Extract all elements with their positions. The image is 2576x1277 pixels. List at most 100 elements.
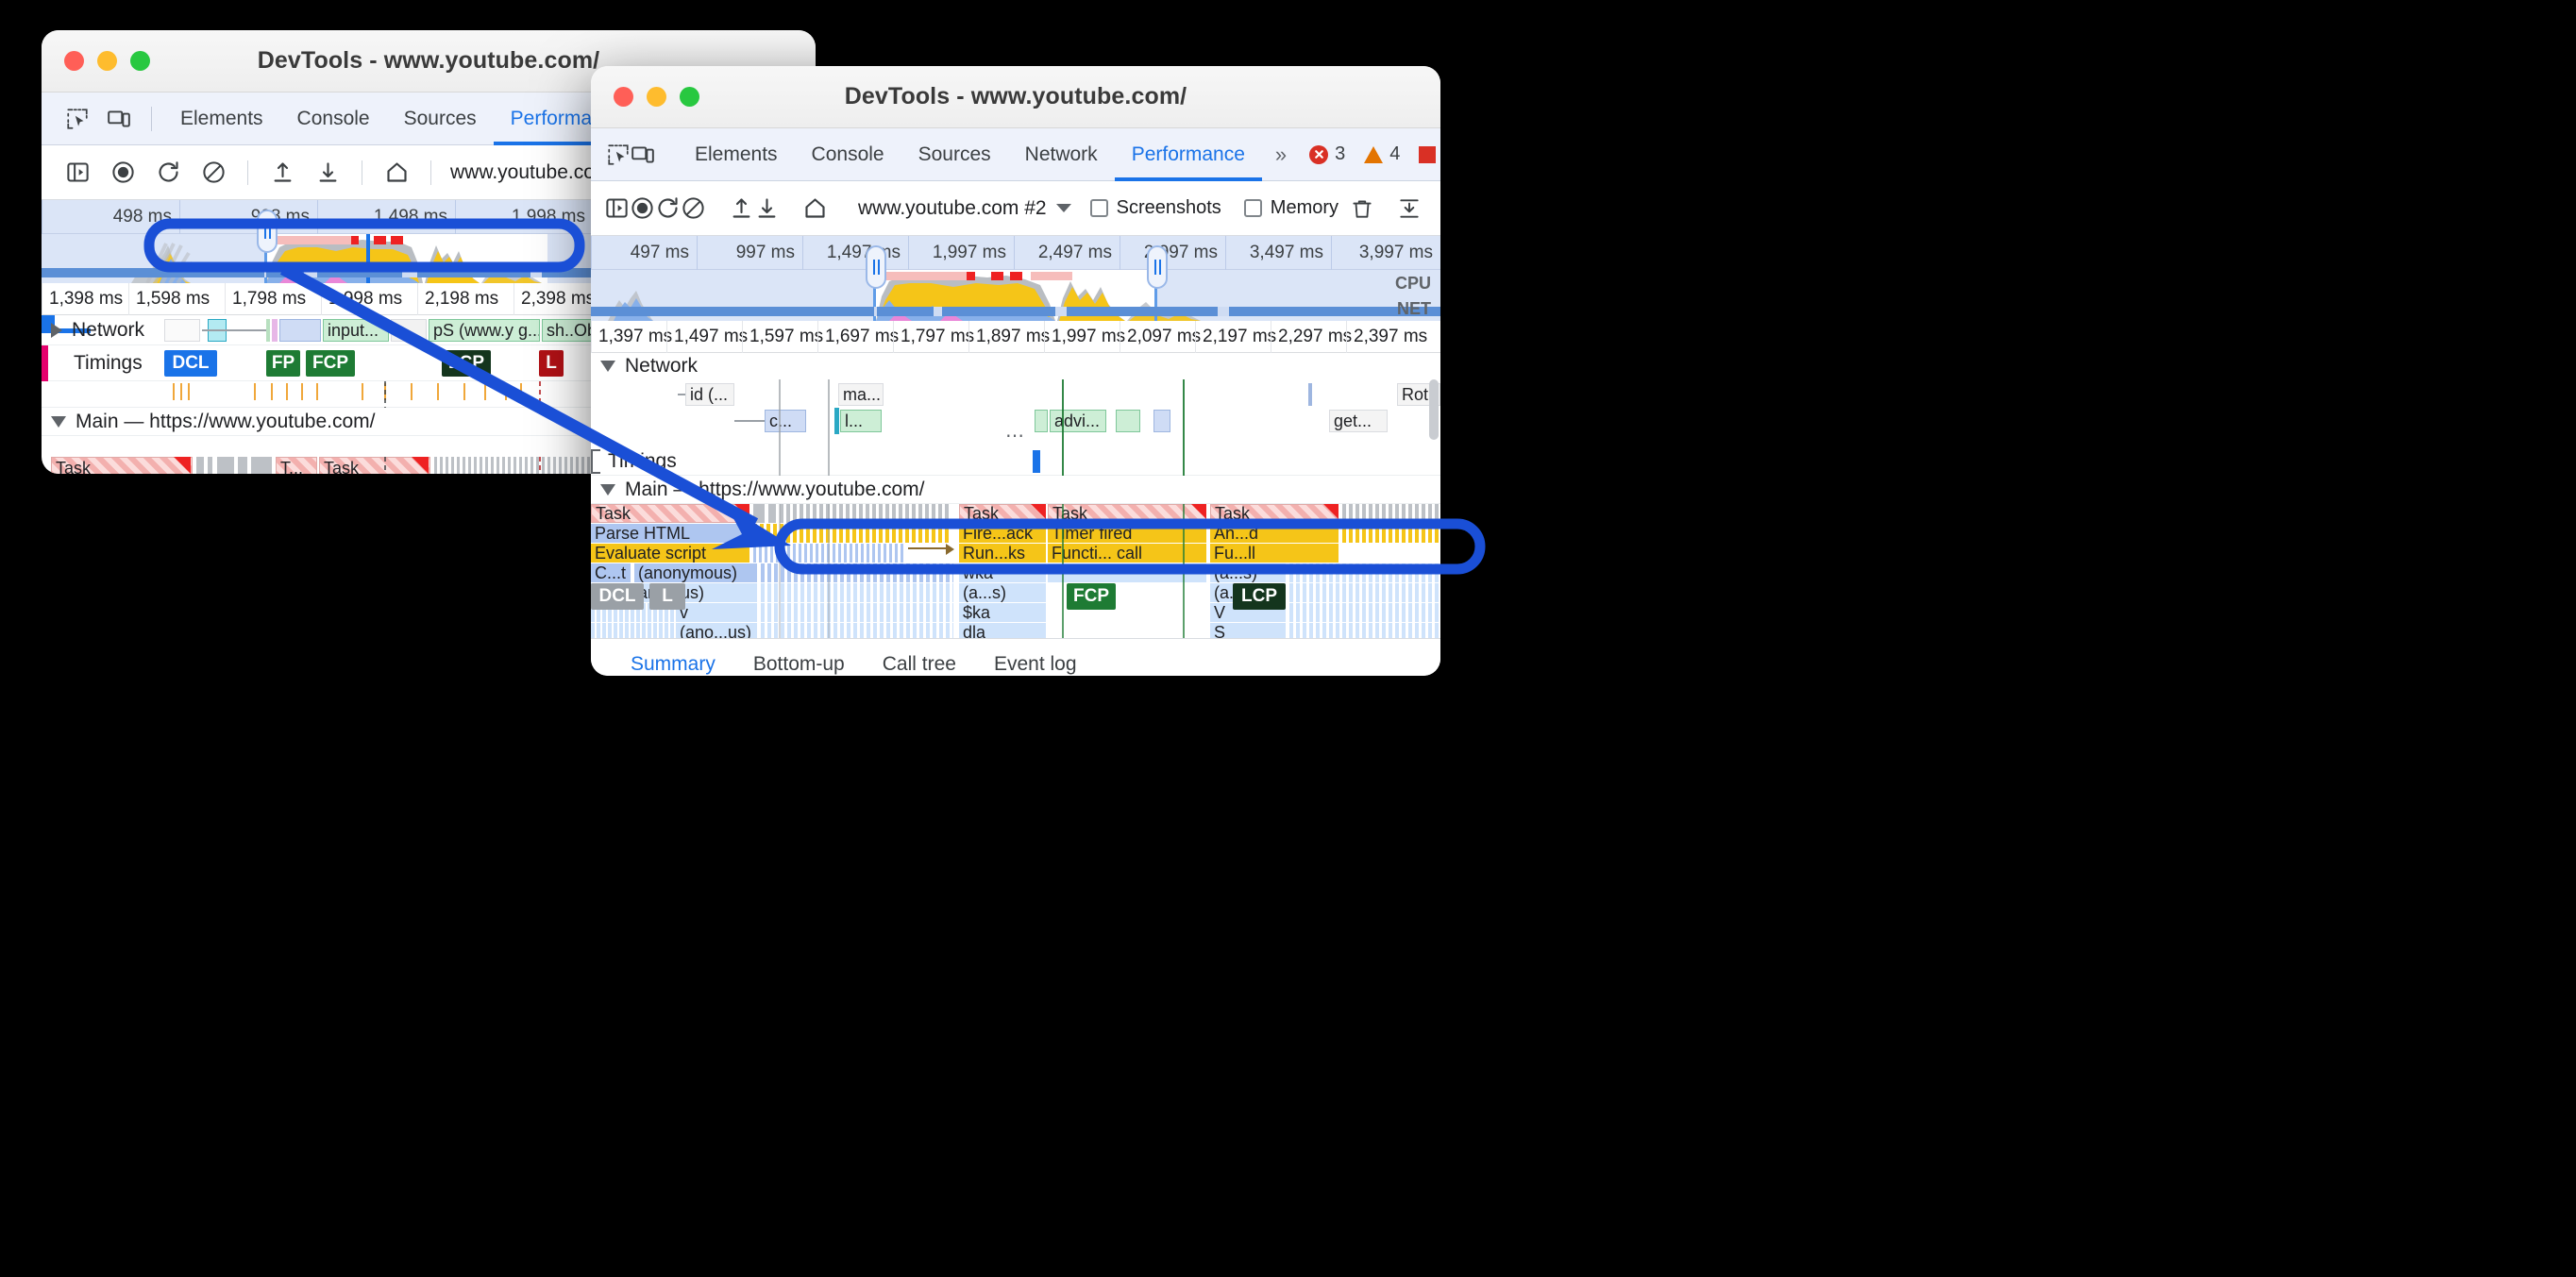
performance-toolbar-front[interactable]: www.youtube.com #2 Screenshots Memory xyxy=(591,181,1440,236)
network-request-block[interactable] xyxy=(391,319,427,342)
bottom-tab-bottom-up[interactable]: Bottom-up xyxy=(734,653,864,676)
flame-block-parse-html[interactable]: Parse HTML xyxy=(591,524,749,543)
timing-marker-fp[interactable]: FP xyxy=(266,350,300,377)
network-request-block[interactable] xyxy=(266,319,270,342)
tab-network[interactable]: Network xyxy=(1008,128,1115,181)
reload-icon[interactable] xyxy=(655,186,681,231)
timing-marker-dcl[interactable]: DCL xyxy=(591,583,644,610)
clear-icon[interactable] xyxy=(191,150,236,195)
devtools-tabstrip-front[interactable]: Elements Console Sources Network Perform… xyxy=(591,128,1440,181)
flame-block[interactable]: C...t xyxy=(591,563,631,582)
tab-elements[interactable]: Elements xyxy=(678,128,795,181)
flame-block[interactable]: dla xyxy=(959,623,1046,638)
timing-marker-lcp[interactable]: LCP xyxy=(442,350,491,377)
flame-block-task[interactable]: Task xyxy=(1048,504,1206,523)
track-label-timings[interactable]: Timings xyxy=(42,345,143,380)
overview-right-resizer[interactable] xyxy=(1147,245,1168,289)
checkbox-box[interactable] xyxy=(1243,199,1262,217)
track-main-header-network[interactable]: Network xyxy=(591,353,1440,379)
flame-block-function-call[interactable]: Functi... call xyxy=(1048,544,1206,563)
network-request-block[interactable] xyxy=(279,319,321,342)
reload-icon[interactable] xyxy=(145,150,191,195)
flame-block-evaluate-script[interactable]: Evaluate script xyxy=(591,544,749,563)
flame-block[interactable]: S xyxy=(1210,623,1286,638)
network-request-block[interactable] xyxy=(164,319,200,342)
error-count-badge[interactable]: 3 xyxy=(1300,143,1355,165)
collapse-icon[interactable] xyxy=(1397,186,1422,231)
screenshots-checkbox[interactable]: Screenshots xyxy=(1079,197,1233,219)
track-label-main[interactable]: Main — https://www.youtube.com/ xyxy=(591,476,924,503)
title-bar-front[interactable]: DevTools - www.youtube.com/ xyxy=(591,66,1440,128)
track-main-header-front[interactable]: Main — https://www.youtube.com/ xyxy=(591,476,1440,504)
record-icon[interactable] xyxy=(630,186,655,231)
flame-block-anonymous[interactable]: (ano...us) xyxy=(676,623,757,638)
sidebar-icon[interactable] xyxy=(604,186,630,231)
home-icon[interactable] xyxy=(374,150,419,195)
bottom-tab-summary[interactable]: Summary xyxy=(612,653,734,676)
flame-row[interactable]: Parse HTML Fire...ack Timer fired An...d xyxy=(591,524,1440,543)
inspect-element-icon[interactable] xyxy=(57,98,98,140)
more-tabs-icon[interactable]: » xyxy=(1262,128,1300,181)
chevron-right-icon[interactable] xyxy=(51,322,62,338)
flame-block-anonymous[interactable]: (anonymous) xyxy=(634,563,757,582)
bottom-tab-call-tree[interactable]: Call tree xyxy=(864,653,975,676)
network-request-block[interactable]: pS (www.y g... xyxy=(429,319,540,342)
flame-block[interactable]: Fu...ll xyxy=(1210,544,1339,563)
sidebar-icon[interactable] xyxy=(55,150,100,195)
bottom-tab-event-log[interactable]: Event log xyxy=(975,653,1096,676)
tab-performance[interactable]: Performance xyxy=(1115,128,1262,181)
network-rows-front[interactable]: id (... ma... c... l... advi... get... R… xyxy=(591,379,1440,447)
device-toolbar-icon[interactable] xyxy=(98,98,140,140)
checkbox-box[interactable] xyxy=(1089,199,1108,217)
tabstrip-right-group[interactable]: 3 4 2 xyxy=(1300,134,1440,176)
timing-marker-fcp[interactable]: FCP xyxy=(306,350,355,377)
download-icon[interactable] xyxy=(754,186,780,231)
flame-row[interactable]: C...t (anonymous) wka (a...s) xyxy=(591,563,1440,582)
flame-block[interactable]: Fire...ack xyxy=(959,524,1046,543)
overview-left-resizer[interactable] xyxy=(866,245,886,289)
upload-icon[interactable] xyxy=(729,186,754,231)
clear-icon[interactable] xyxy=(681,186,706,231)
track-timings-front[interactable]: Timings xyxy=(591,447,1440,476)
tab-sources[interactable]: Sources xyxy=(387,92,494,145)
network-request-block[interactable]: input... xyxy=(323,319,389,342)
overview-front[interactable]: 497 ms 997 ms 1,497 ms 1,997 ms 2,497 ms… xyxy=(591,236,1440,321)
device-toolbar-icon[interactable] xyxy=(631,134,655,176)
timing-marker-fcp[interactable]: FCP xyxy=(1067,583,1116,610)
bottom-tabs-front[interactable]: Summary Bottom-up Call tree Event log xyxy=(591,638,1440,676)
trace-selector[interactable]: www.youtube.com #2 xyxy=(850,197,1079,220)
record-icon[interactable] xyxy=(100,150,145,195)
home-icon[interactable] xyxy=(802,186,828,231)
warning-count-badge[interactable]: 4 xyxy=(1355,143,1409,165)
devtools-window-front[interactable]: DevTools - www.youtube.com/ Elements Con… xyxy=(591,66,1440,676)
track-label-network[interactable]: Network xyxy=(42,315,144,344)
tab-sources[interactable]: Sources xyxy=(901,128,1008,181)
flame-row[interactable]: Task Task Task Task xyxy=(591,504,1440,523)
chevron-down-icon[interactable] xyxy=(51,415,66,428)
memory-checkbox[interactable]: Memory xyxy=(1233,197,1350,219)
flame-row[interactable]: Evaluate script Run...ks Functi... call … xyxy=(591,544,1440,563)
flame-block-task[interactable]: T... xyxy=(276,457,317,474)
flame-block[interactable]: Run...ks xyxy=(959,544,1046,563)
timing-marker-dcl[interactable]: DCL xyxy=(164,350,217,377)
overview-left-resizer[interactable] xyxy=(257,210,278,253)
timing-markers-strip-front[interactable]: DCL L FCP LCP xyxy=(591,583,1440,612)
flame-chart-front[interactable]: Task Task Task Task Parse HTML Fire...ac… xyxy=(591,504,1440,638)
overview-graph-front[interactable]: CPU NET xyxy=(591,245,1440,321)
flame-block-task[interactable]: Task xyxy=(1210,504,1339,523)
network-request-block[interactable]: id (... xyxy=(685,383,734,406)
network-request-block[interactable] xyxy=(272,319,278,342)
upload-icon[interactable] xyxy=(260,150,305,195)
download-icon[interactable] xyxy=(305,150,350,195)
flame-block-task[interactable]: Task xyxy=(51,457,193,474)
timing-marker-lcp[interactable]: LCP xyxy=(1233,583,1286,610)
timing-marker-tick[interactable] xyxy=(1033,450,1040,473)
flame-block[interactable]: (a...s) xyxy=(1210,563,1286,582)
flame-block-task[interactable]: Task xyxy=(591,504,749,523)
network-request-block[interactable]: ma... xyxy=(838,383,884,406)
flame-block[interactable]: An...d xyxy=(1210,524,1339,543)
track-label-network[interactable]: Network xyxy=(591,353,698,379)
issue-count-badge[interactable]: 2 xyxy=(1409,143,1440,165)
tab-console[interactable]: Console xyxy=(795,128,901,181)
chevron-down-icon[interactable] xyxy=(600,483,615,496)
